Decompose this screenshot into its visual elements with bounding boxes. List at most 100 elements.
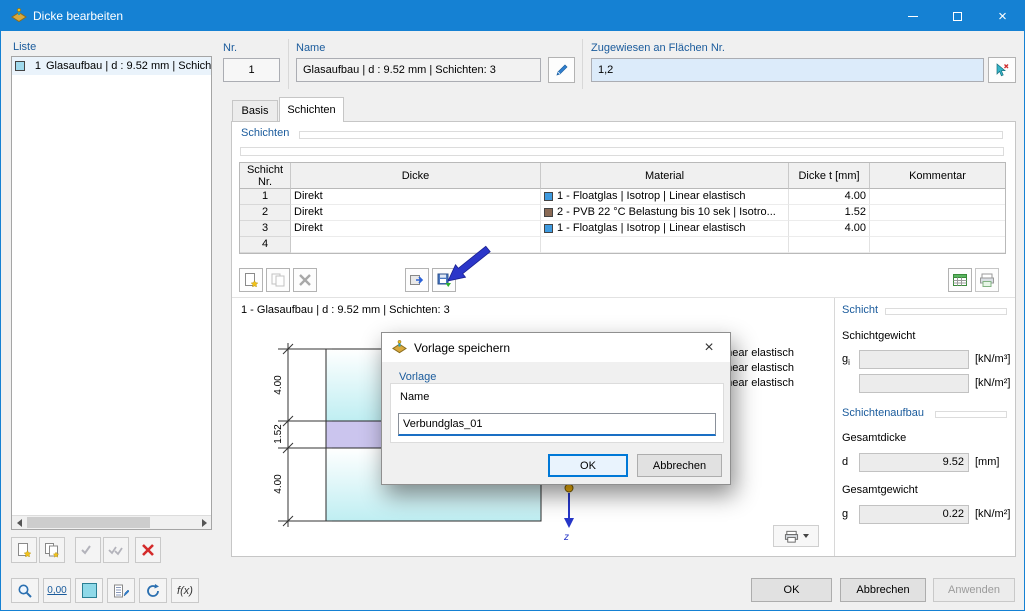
cell-nr: 3 <box>240 221 291 237</box>
col-header-dicke-t[interactable]: Dicke t [mm] <box>789 163 870 189</box>
gesamtgewicht-field[interactable]: 0.22 <box>859 505 969 524</box>
modal-titlebar[interactable]: Vorlage speichern × <box>382 333 730 362</box>
schicht-section-label: Schicht <box>842 304 879 316</box>
cell-thickness[interactable]: 4.00 <box>789 189 870 205</box>
col-header-schicht-nr[interactable]: Schicht Nr. <box>240 163 291 189</box>
tab-schichten[interactable]: Schichten <box>279 97 344 122</box>
schichten-section-label: Schichten <box>241 127 290 139</box>
delete-icon <box>142 544 154 556</box>
thickness-list[interactable]: 1 Glasaufbau | d : 9.52 mm | Schichten: … <box>11 56 212 530</box>
select-check-button-2[interactable] <box>103 537 129 563</box>
delete-layer-button[interactable] <box>293 268 317 292</box>
thickness-color-chip <box>15 61 25 71</box>
scroll-left-button[interactable] <box>12 516 26 529</box>
tab-basis[interactable]: Basis <box>232 100 278 122</box>
modal-ok-button[interactable]: OK <box>548 454 628 477</box>
gesamtdicke-field[interactable]: 9.52 <box>859 453 969 472</box>
preview-title: 1 - Glasaufbau | d : 9.52 mm | Schichten… <box>241 304 450 316</box>
export-table-button[interactable] <box>948 268 972 292</box>
cell-material[interactable]: 2 - PVB 22 °C Belastung bis 10 sek | Iso… <box>541 205 789 221</box>
double-check-icon <box>108 546 123 556</box>
print-preview-button[interactable] <box>773 525 819 547</box>
table-row[interactable]: 1 Direkt 1 - Floatglas | Isotrop | Linea… <box>240 189 1005 205</box>
pick-surfaces-button[interactable] <box>988 57 1016 83</box>
annotation-arrow <box>447 245 491 282</box>
cancel-button[interactable]: Abbrechen <box>840 578 926 602</box>
vorlage-group-label: Vorlage <box>399 371 437 383</box>
copy-thickness-button[interactable] <box>39 537 65 563</box>
col-header-material[interactable]: Material <box>541 163 789 189</box>
print-table-button[interactable] <box>975 268 999 292</box>
new-item-icon <box>18 543 32 558</box>
ok-button[interactable]: OK <box>751 578 832 602</box>
cell-material[interactable]: 1 - Floatglas | Isotrop | Linear elastis… <box>541 221 789 237</box>
cell-kommentar[interactable] <box>870 189 1005 205</box>
edit-name-button[interactable] <box>548 57 575 83</box>
z-axis-label: z <box>563 532 569 543</box>
cell-thickness[interactable]: 1.52 <box>789 205 870 221</box>
table-row[interactable]: 4 <box>240 237 1005 253</box>
minimize-icon <box>907 15 918 17</box>
cell-dicke[interactable]: Direkt <box>291 205 541 221</box>
name-field[interactable]: Glasaufbau | d : 9.52 mm | Schichten: 3 <box>296 58 541 82</box>
minimize-button[interactable] <box>890 1 935 31</box>
cell-kommentar[interactable] <box>870 237 1005 253</box>
list-settings-button[interactable] <box>107 578 135 603</box>
assigned-surfaces-field[interactable]: 1,2 <box>591 58 984 82</box>
schichtgewicht-area-field[interactable] <box>859 374 969 393</box>
refresh-button[interactable] <box>139 578 167 603</box>
delete-thickness-button[interactable] <box>135 537 161 563</box>
maximize-button[interactable] <box>935 1 980 31</box>
export-table-icon <box>953 274 967 286</box>
pencil-icon <box>555 64 567 76</box>
help-search-button[interactable] <box>11 578 39 603</box>
units-settings-button[interactable]: 0,00 <box>43 578 71 603</box>
schichtgewicht-label: Schichtgewicht <box>842 330 916 342</box>
modal-title: Vorlage speichern <box>414 341 511 355</box>
new-thickness-button[interactable] <box>11 537 37 563</box>
name-label: Name <box>296 42 326 54</box>
apply-button: Anwenden <box>933 578 1015 602</box>
template-name-input[interactable] <box>398 413 716 436</box>
table-row[interactable]: 3 Direkt 1 - Floatglas | Isotrop | Linea… <box>240 221 1005 237</box>
cell-material[interactable]: 1 - Floatglas | Isotrop | Linear elastis… <box>541 189 789 205</box>
load-template-icon <box>410 275 424 285</box>
modal-app-icon <box>392 340 407 354</box>
fx-icon: f(x) <box>177 584 193 597</box>
gesamtgewicht-label: Gesamtgewicht <box>842 484 918 496</box>
close-button[interactable]: × <box>980 1 1024 31</box>
app-icon <box>11 8 27 23</box>
cell-kommentar[interactable] <box>870 221 1005 237</box>
cell-dicke[interactable] <box>291 237 541 253</box>
list-horizontal-scrollbar[interactable] <box>12 515 211 529</box>
cell-dicke[interactable]: Direkt <box>291 189 541 205</box>
select-check-button-1[interactable] <box>75 537 101 563</box>
modal-close-button[interactable]: × <box>688 333 730 362</box>
titlebar[interactable]: Dicke bearbeiten × <box>1 1 1024 31</box>
modal-cancel-button[interactable]: Abbrechen <box>637 454 722 477</box>
schichten-table[interactable]: Schicht Nr. Dicke Material Dicke t [mm] … <box>239 162 1006 254</box>
refresh-icon <box>147 583 159 597</box>
cell-thickness[interactable] <box>789 237 870 253</box>
window-title: Dicke bearbeiten <box>33 9 124 23</box>
table-row[interactable]: 2 Direkt 2 - PVB 22 °C Belastung bis 10 … <box>240 205 1005 221</box>
cell-kommentar[interactable] <box>870 205 1005 221</box>
cell-dicke[interactable]: Direkt <box>291 221 541 237</box>
list-item[interactable]: 1 Glasaufbau | d : 9.52 mm | Schichten: … <box>12 57 211 75</box>
load-template-button[interactable] <box>405 268 429 292</box>
new-layer-button[interactable] <box>239 268 263 292</box>
material-text: 1 - Floatglas | Isotrop | Linear elastis… <box>557 190 746 202</box>
display-properties-button[interactable] <box>75 578 103 603</box>
scrollbar-thumb[interactable] <box>27 517 150 528</box>
scroll-right-button[interactable] <box>197 516 211 529</box>
cell-material[interactable] <box>541 237 789 253</box>
table-header-row: Schicht Nr. Dicke Material Dicke t [mm] … <box>240 163 1005 189</box>
cell-thickness[interactable]: 4.00 <box>789 221 870 237</box>
col-header-kommentar[interactable]: Kommentar <box>870 163 1005 189</box>
schichtgewicht-volume-field[interactable] <box>859 350 969 369</box>
material-color-chip <box>544 208 553 217</box>
col-header-dicke[interactable]: Dicke <box>291 163 541 189</box>
copy-layer-button[interactable] <box>266 268 290 292</box>
function-button[interactable]: f(x) <box>171 578 199 603</box>
material-text: 1 - Floatglas | Isotrop | Linear elastis… <box>557 222 746 234</box>
